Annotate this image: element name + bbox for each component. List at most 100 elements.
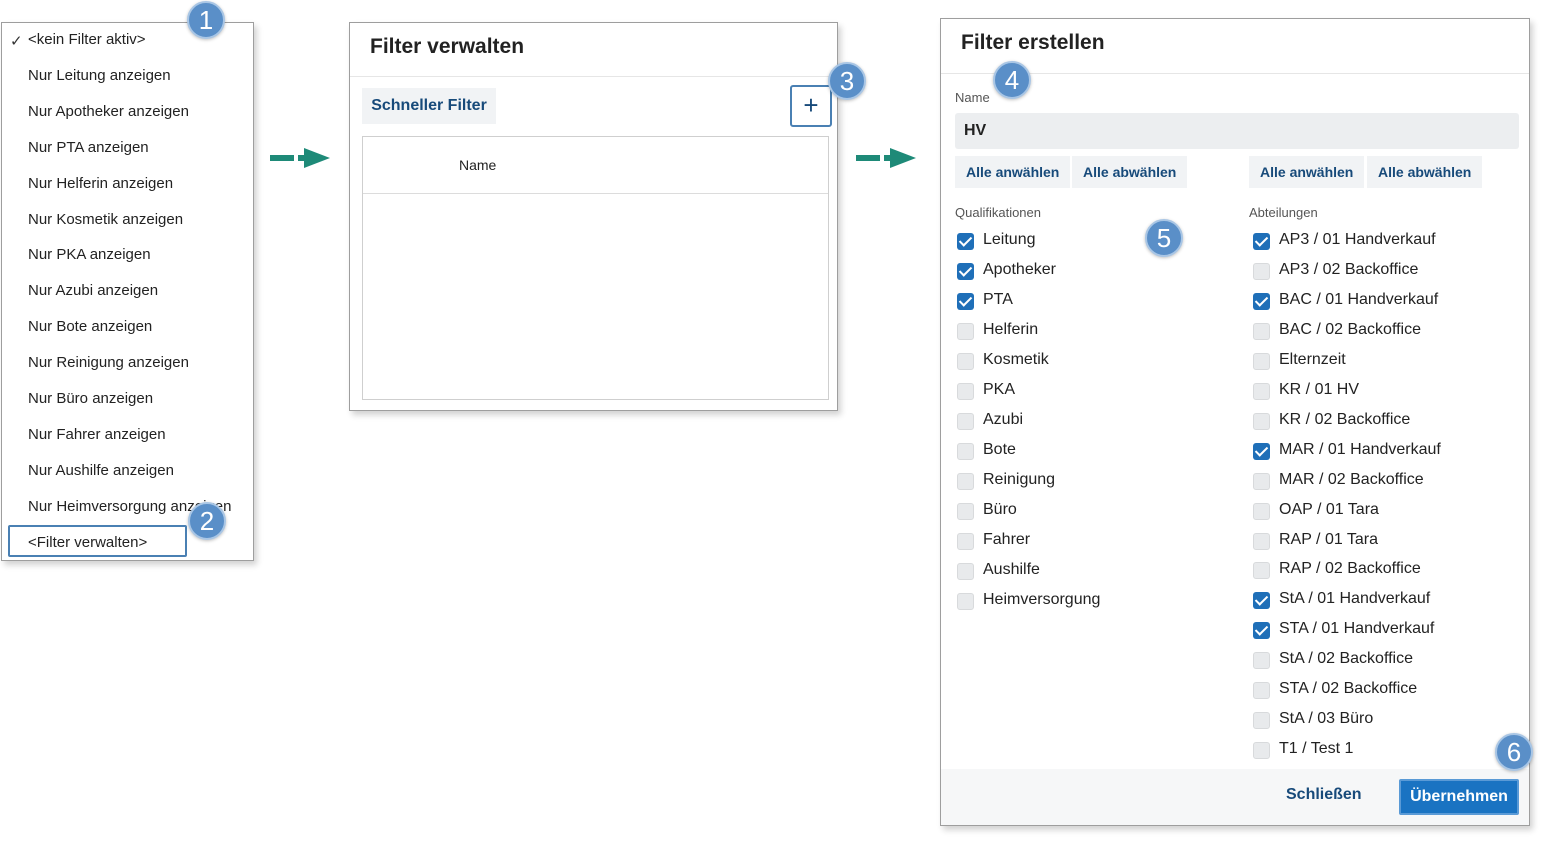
menu-item[interactable]: Nur Büro anzeigen bbox=[28, 390, 153, 407]
checkbox-label: STA / 02 Backoffice bbox=[1279, 680, 1418, 698]
checkbox-checked-icon[interactable] bbox=[1253, 442, 1270, 460]
checkbox-label: Büro bbox=[983, 501, 1017, 518]
step-badge-3: 3 bbox=[828, 62, 866, 100]
divider bbox=[363, 193, 828, 194]
checkbox-checked-icon[interactable] bbox=[1253, 622, 1270, 640]
checkbox-unchecked-icon[interactable] bbox=[1253, 502, 1270, 520]
checkbox-unchecked-icon[interactable] bbox=[957, 413, 974, 430]
checkbox-unchecked-icon[interactable] bbox=[1253, 562, 1270, 580]
menu-item[interactable]: Nur Apotheker anzeigen bbox=[28, 103, 189, 120]
checkbox-label: Bote bbox=[983, 441, 1016, 458]
checkbox-unchecked-icon[interactable] bbox=[957, 593, 974, 610]
dialog-title: Filter erstellen bbox=[961, 31, 1105, 54]
checkbox-label: Kosmetik bbox=[983, 351, 1049, 368]
checkbox-label: StA / 02 Backoffice bbox=[1279, 650, 1414, 668]
qual-select-all-button[interactable]: Alle anwählen bbox=[955, 156, 1071, 188]
menu-item[interactable]: Nur Fahrer anzeigen bbox=[28, 426, 166, 443]
menu-item[interactable]: Nur Bote anzeigen bbox=[28, 318, 152, 335]
column-header-name[interactable]: Name bbox=[459, 157, 496, 173]
checkbox-unchecked-icon[interactable] bbox=[1253, 712, 1270, 730]
checkbox-unchecked-icon[interactable] bbox=[1253, 682, 1270, 700]
menu-item[interactable]: Nur PKA anzeigen bbox=[28, 246, 151, 263]
checkbox-label: Aushilfe bbox=[983, 561, 1040, 578]
menu-item[interactable]: <Filter verwalten> bbox=[28, 534, 147, 551]
name-label: Name bbox=[955, 90, 990, 105]
checkbox-label: Apotheker bbox=[983, 261, 1056, 278]
checkbox-label: STA / 01 Handverkauf bbox=[1279, 620, 1435, 638]
step-badge-6: 6 bbox=[1495, 733, 1533, 771]
create-filter-dialog: Filter erstellen Name HV Alle anwählen A… bbox=[940, 18, 1530, 826]
checkbox-unchecked-icon[interactable] bbox=[957, 323, 974, 340]
checkbox-label: KR / 01 HV bbox=[1279, 380, 1360, 398]
checkbox-unchecked-icon[interactable] bbox=[1253, 652, 1270, 670]
arrow-right-icon bbox=[856, 148, 916, 168]
filter-table: Name bbox=[362, 136, 829, 400]
checkbox-label: AP3 / 02 Backoffice bbox=[1279, 260, 1419, 278]
checkbox-checked-icon[interactable] bbox=[957, 293, 974, 310]
add-filter-button[interactable]: + bbox=[790, 85, 832, 127]
checkbox-label: Leitung bbox=[983, 231, 1036, 248]
step-badge-5: 5 bbox=[1145, 219, 1183, 257]
checkbox-unchecked-icon[interactable] bbox=[957, 353, 974, 370]
checkbox-checked-icon[interactable] bbox=[1253, 592, 1270, 610]
checkbox-unchecked-icon[interactable] bbox=[1253, 472, 1270, 490]
menu-item[interactable]: Nur Aushilfe anzeigen bbox=[28, 462, 174, 479]
qual-deselect-all-button[interactable]: Alle abwählen bbox=[1072, 156, 1188, 188]
checkbox-label: AP3 / 01 Handverkauf bbox=[1279, 231, 1436, 248]
checkbox-unchecked-icon[interactable] bbox=[1253, 322, 1270, 340]
menu-item[interactable]: Nur Kosmetik anzeigen bbox=[28, 211, 183, 228]
filter-dropdown-menu: ✓ <kein Filter aktiv> Nur Leitung anzeige… bbox=[1, 22, 254, 561]
step-badge-4: 4 bbox=[993, 61, 1031, 99]
checkbox-label: Helferin bbox=[983, 321, 1039, 338]
checkbox-label: MAR / 02 Backoffice bbox=[1279, 470, 1424, 488]
menu-item[interactable]: Nur Azubi anzeigen bbox=[28, 282, 158, 299]
checkmark-icon: ✓ bbox=[10, 33, 23, 50]
close-button[interactable]: Schließen bbox=[1286, 786, 1362, 804]
dept-deselect-all-button[interactable]: Alle abwählen bbox=[1367, 156, 1483, 188]
checkbox-checked-icon[interactable] bbox=[957, 263, 974, 280]
menu-item[interactable]: <kein Filter aktiv> bbox=[28, 31, 146, 48]
checkbox-label: BAC / 02 Backoffice bbox=[1279, 320, 1421, 338]
step-badge-1: 1 bbox=[187, 1, 225, 39]
checkbox-unchecked-icon[interactable] bbox=[1253, 382, 1270, 400]
checkbox-label: MAR / 01 Handverkauf bbox=[1279, 440, 1441, 458]
checkbox-checked-icon[interactable] bbox=[1253, 233, 1270, 250]
step-badge-2: 2 bbox=[188, 502, 226, 540]
checkbox-label: Azubi bbox=[983, 411, 1024, 428]
checkbox-label: RAP / 01 Tara bbox=[1279, 530, 1379, 548]
checkbox-unchecked-icon[interactable] bbox=[1253, 412, 1270, 430]
menu-item[interactable]: Nur PTA anzeigen bbox=[28, 139, 149, 156]
checkbox-label: Heimversorgung bbox=[983, 591, 1101, 608]
checkbox-unchecked-icon[interactable] bbox=[957, 563, 974, 580]
menu-item[interactable]: Nur Reinigung anzeigen bbox=[28, 354, 189, 371]
checkbox-unchecked-icon[interactable] bbox=[957, 533, 974, 550]
dept-select-all-button[interactable]: Alle anwählen bbox=[1249, 156, 1365, 188]
checkbox-label: Reinigung bbox=[983, 471, 1056, 488]
checkbox-label: StA / 01 Handverkauf bbox=[1279, 590, 1431, 608]
checkbox-unchecked-icon[interactable] bbox=[1253, 262, 1270, 280]
checkbox-unchecked-icon[interactable] bbox=[957, 383, 974, 400]
checkbox-unchecked-icon[interactable] bbox=[957, 443, 974, 460]
checkbox-label: BAC / 01 Handverkauf bbox=[1279, 290, 1439, 308]
dialog-title: Filter verwalten bbox=[370, 35, 525, 58]
checkbox-unchecked-icon[interactable] bbox=[1253, 532, 1270, 550]
checkbox-unchecked-icon[interactable] bbox=[1253, 352, 1270, 370]
name-input[interactable]: HV bbox=[955, 113, 1519, 149]
checkbox-checked-icon[interactable] bbox=[957, 233, 974, 250]
quick-filter-tab[interactable]: Schneller Filter bbox=[362, 88, 496, 124]
checkbox-unchecked-icon[interactable] bbox=[957, 503, 974, 520]
qualifikationen-heading: Qualifikationen bbox=[955, 205, 1041, 220]
checkbox-unchecked-icon[interactable] bbox=[957, 473, 974, 490]
checkbox-label: PKA bbox=[983, 381, 1016, 398]
checkbox-label: StA / 03 Büro bbox=[1279, 710, 1374, 728]
menu-item[interactable]: Nur Leitung anzeigen bbox=[28, 67, 171, 84]
menu-item[interactable]: Nur Helferin anzeigen bbox=[28, 175, 173, 192]
checkbox-label: PTA bbox=[983, 291, 1013, 308]
manage-filters-dialog: Filter verwalten Schneller Filter + Name bbox=[349, 22, 838, 411]
checkbox-unchecked-icon[interactable] bbox=[1253, 742, 1270, 760]
checkbox-label: KR / 02 Backoffice bbox=[1279, 410, 1411, 428]
abteilungen-heading: Abteilungen bbox=[1249, 205, 1318, 220]
checkbox-checked-icon[interactable] bbox=[1253, 292, 1270, 310]
checkbox-label: OAP / 01 Tara bbox=[1279, 500, 1379, 518]
apply-button[interactable]: Übernehmen bbox=[1399, 779, 1519, 815]
